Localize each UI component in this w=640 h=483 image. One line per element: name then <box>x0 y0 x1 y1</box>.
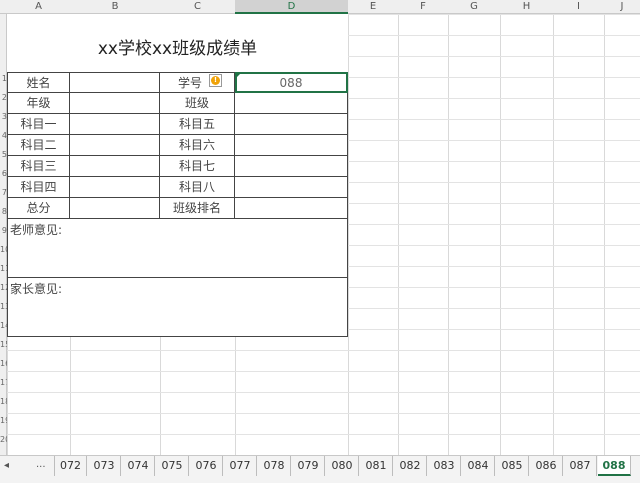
sheet-tab-072[interactable]: 072 <box>54 456 87 476</box>
column-header-j[interactable]: J <box>604 0 640 14</box>
row-header-number[interactable]: 2 <box>0 93 7 103</box>
sheet-tab-088[interactable]: 088 <box>598 456 631 476</box>
teacher-comment-label: 老师意见: <box>10 223 63 237</box>
form-value-cell[interactable] <box>70 198 160 219</box>
column-header-h[interactable]: H <box>500 0 553 14</box>
form-value-cell[interactable] <box>70 177 160 198</box>
form-value-cell[interactable] <box>70 72 160 93</box>
row-header-number[interactable]: 10 <box>0 245 7 255</box>
row-header-number[interactable]: 11 <box>0 264 7 274</box>
sheet-tab-077[interactable]: 077 <box>224 456 257 476</box>
form-value-cell[interactable] <box>235 114 348 135</box>
sheet-tab-074[interactable]: 074 <box>122 456 155 476</box>
row-header-number[interactable]: 20 <box>0 435 7 445</box>
row-header-number[interactable]: 16 <box>0 359 7 369</box>
row-header-number[interactable]: 17 <box>0 378 7 388</box>
row-header-number[interactable]: 6 <box>0 169 7 179</box>
sheet-tab-082[interactable]: 082 <box>394 456 427 476</box>
error-check-icon[interactable]: ! <box>209 74 222 87</box>
column-gridline <box>500 0 501 455</box>
parent-comment-label: 家长意见: <box>10 282 63 296</box>
row-gridline <box>0 392 640 393</box>
column-header-i[interactable]: I <box>553 0 604 14</box>
row-header-bar[interactable]: 1234567891011121314151617181920 <box>0 14 7 455</box>
column-gridline <box>604 0 605 455</box>
form-label-cell[interactable]: 科目八 <box>160 177 235 198</box>
form-label-cell[interactable]: 科目一 <box>7 114 70 135</box>
sheet-tab-078[interactable]: 078 <box>258 456 291 476</box>
column-header-b[interactable]: B <box>70 0 160 14</box>
row-header-number[interactable]: 19 <box>0 416 7 426</box>
column-header-d[interactable]: D <box>235 0 348 14</box>
row-header-number[interactable]: 7 <box>0 188 7 198</box>
sheet-tab-086[interactable]: 086 <box>530 456 563 476</box>
form-label-cell[interactable]: 姓名 <box>7 72 70 93</box>
column-header-c[interactable]: C <box>160 0 235 14</box>
row-header-number[interactable]: 14 <box>0 321 7 331</box>
form-label-cell[interactable]: 班级 <box>160 93 235 114</box>
form-label-cell[interactable]: 总分 <box>7 198 70 219</box>
column-header-e[interactable]: E <box>348 0 398 14</box>
row-header-number[interactable]: 5 <box>0 150 7 160</box>
sheet-tab-085[interactable]: 085 <box>496 456 529 476</box>
scroll-tabs-left-icon[interactable]: ◂ <box>4 460 9 471</box>
sheet-tab-084[interactable]: 084 <box>462 456 495 476</box>
column-gridline <box>398 0 399 455</box>
row-gridline <box>0 350 640 351</box>
row-header-number[interactable]: 8 <box>0 207 7 217</box>
form-label-cell[interactable]: 科目二 <box>7 135 70 156</box>
error-indicator-triangle <box>235 74 240 79</box>
sheet-tab-075[interactable]: 075 <box>156 456 189 476</box>
form-value-cell[interactable] <box>70 156 160 177</box>
column-gridline <box>553 0 554 455</box>
more-tabs-ellipsis[interactable]: ... <box>36 459 46 470</box>
row-header-number[interactable]: 15 <box>0 340 7 350</box>
teacher-comment-cell[interactable]: 老师意见: <box>7 218 348 278</box>
sheet-tab-083[interactable]: 083 <box>428 456 461 476</box>
form-value-cell[interactable] <box>235 156 348 177</box>
sheet-tab-073[interactable]: 073 <box>88 456 121 476</box>
student-id-cell[interactable]: 088 <box>235 72 348 93</box>
sheet-tab-087[interactable]: 087 <box>564 456 597 476</box>
sheet-tab-076[interactable]: 076 <box>190 456 223 476</box>
form-label-cell[interactable]: 科目四 <box>7 177 70 198</box>
form-label-cell[interactable]: 年级 <box>7 93 70 114</box>
form-label-cell[interactable]: 科目七 <box>160 156 235 177</box>
form-value-cell[interactable] <box>235 93 348 114</box>
row-header-number[interactable]: 13 <box>0 302 7 312</box>
sheet-tab-079[interactable]: 079 <box>292 456 325 476</box>
form-value-cell[interactable] <box>235 177 348 198</box>
row-header-number[interactable]: 4 <box>0 131 7 141</box>
row-header-number[interactable]: 3 <box>0 112 7 122</box>
row-header-number[interactable]: 12 <box>0 283 7 293</box>
sheet-tab-bar: ◂ ... 072 073 074 075 076 077 078 079 080 081 082 0… <box>0 455 640 483</box>
parent-comment-cell[interactable]: 家长意见: <box>7 277 348 337</box>
column-gridline <box>348 0 349 455</box>
row-header-number[interactable]: 9 <box>0 226 7 236</box>
form-label-cell[interactable]: 班级排名 <box>160 198 235 219</box>
form-label-cell[interactable]: 学号 <box>160 72 235 93</box>
sheet-tab-081[interactable]: 081 <box>360 456 393 476</box>
form-value-cell[interactable] <box>70 93 160 114</box>
column-gridline <box>448 0 449 455</box>
row-header-number[interactable]: 18 <box>0 397 7 407</box>
column-header-bar[interactable]: ABCDEFGHIJ <box>0 0 640 14</box>
row-gridline <box>0 413 640 414</box>
column-header-f[interactable]: F <box>398 0 448 14</box>
form-value-cell[interactable] <box>70 135 160 156</box>
row-gridline <box>0 371 640 372</box>
form-value-cell[interactable] <box>235 198 348 219</box>
form-label-cell[interactable]: 科目三 <box>7 156 70 177</box>
column-header-a[interactable]: A <box>7 0 70 14</box>
form-label-cell[interactable]: 科目五 <box>160 114 235 135</box>
form-value-cell[interactable] <box>70 114 160 135</box>
column-header-g[interactable]: G <box>448 0 500 14</box>
report-title[interactable]: xx学校xx班级成绩单 <box>7 14 348 72</box>
form-label-cell[interactable]: 科目六 <box>160 135 235 156</box>
form-value-cell[interactable] <box>235 135 348 156</box>
row-gridline <box>0 434 640 435</box>
sheet-tab-080[interactable]: 080 <box>326 456 359 476</box>
row-header-number[interactable]: 1 <box>0 74 7 84</box>
